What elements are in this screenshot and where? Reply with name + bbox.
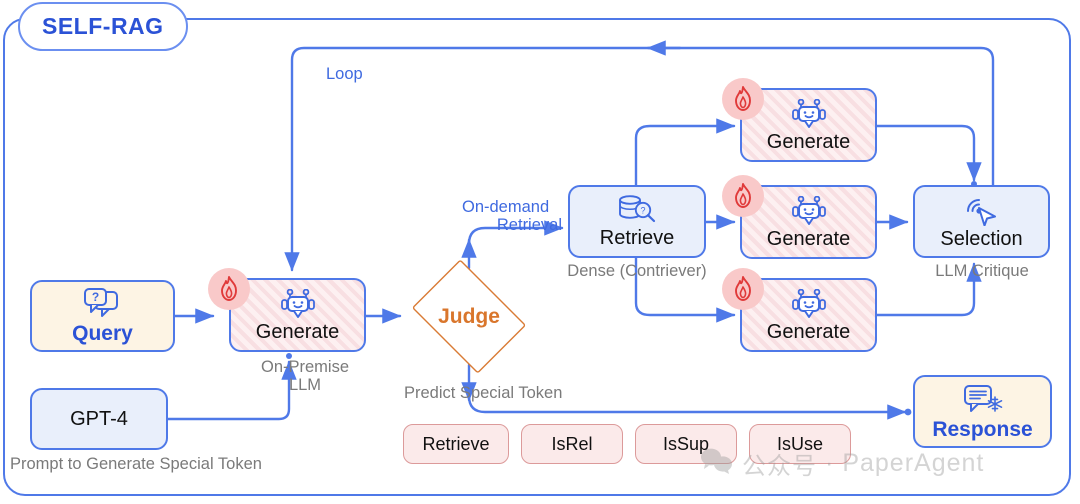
database-search-icon: ? <box>615 195 659 225</box>
node-response[interactable]: Response <box>913 375 1052 448</box>
edge-label-predict-special-token: Predict Special Token <box>404 384 563 402</box>
edge-label-on-demand-line1: On-demand <box>462 198 550 216</box>
token-pill-retrieve[interactable]: Retrieve <box>403 424 509 464</box>
node-judge[interactable]: Judge <box>403 259 535 374</box>
flame-icon <box>722 268 764 310</box>
caption-llm-critique: LLM Critique <box>935 262 1029 280</box>
edge-label-on-demand-line2: Retrieval <box>496 216 562 235</box>
node-retrieve-label: Retrieve <box>599 227 675 249</box>
node-generate-bottom-label: Generate <box>766 320 851 343</box>
diagram-canvas: SELF-RAG ? Query GPT-4 Prompt to Generat… <box>0 0 1080 504</box>
node-generate-top-label: Generate <box>766 130 851 153</box>
svg-text:?: ? <box>640 206 645 216</box>
node-gpt4[interactable]: GPT-4 <box>30 388 168 450</box>
watermark-brand: PaperAgent <box>842 449 985 477</box>
watermark-separator: · <box>825 449 835 477</box>
node-selection[interactable]: Selection <box>913 185 1050 258</box>
node-response-label: Response <box>932 417 1033 441</box>
wechat-icon <box>700 447 734 480</box>
robot-icon <box>277 288 319 319</box>
svg-text:?: ? <box>91 290 98 304</box>
cursor-click-icon <box>962 194 1002 227</box>
node-retrieve[interactable]: ? Retrieve <box>568 185 706 258</box>
node-judge-label: Judge <box>438 304 500 328</box>
watermark-cn-text: 公众号 <box>742 453 817 480</box>
question-chat-bubble-icon: ? <box>80 288 126 320</box>
node-query[interactable]: ? Query <box>30 280 175 352</box>
caption-prompt-to-generate-special-token: Prompt to Generate Special Token <box>10 455 262 473</box>
chat-lines-snowflake-icon <box>959 384 1007 416</box>
node-selection-label: Selection <box>940 228 1023 250</box>
flame-icon <box>722 78 764 120</box>
robot-icon <box>788 98 830 129</box>
token-pill-isrel[interactable]: IsRel <box>521 424 623 464</box>
edge-label-loop: Loop <box>326 65 363 83</box>
node-query-label: Query <box>72 322 133 345</box>
edge-label-on-demand-retrieval: On-demand Retrieval <box>462 198 562 235</box>
robot-icon <box>788 288 830 319</box>
caption-on-premise-line2: LLM <box>288 376 322 395</box>
caption-on-premise-llm: On-Premise LLM <box>245 358 365 395</box>
node-gpt4-label: GPT-4 <box>70 408 128 430</box>
flame-icon <box>208 268 250 310</box>
diagram-title-badge: SELF-RAG <box>18 2 188 51</box>
robot-icon <box>788 195 830 226</box>
caption-on-premise-line1: On-Premise <box>260 358 350 376</box>
node-generate-main-label: Generate <box>255 320 340 343</box>
caption-dense-contriever: Dense (Contriever) <box>567 262 707 280</box>
watermark: 公众号 · PaperAgent <box>700 446 984 481</box>
page-title: SELF-RAG <box>42 13 164 39</box>
node-generate-mid-label: Generate <box>766 227 851 250</box>
flame-icon <box>722 175 764 217</box>
